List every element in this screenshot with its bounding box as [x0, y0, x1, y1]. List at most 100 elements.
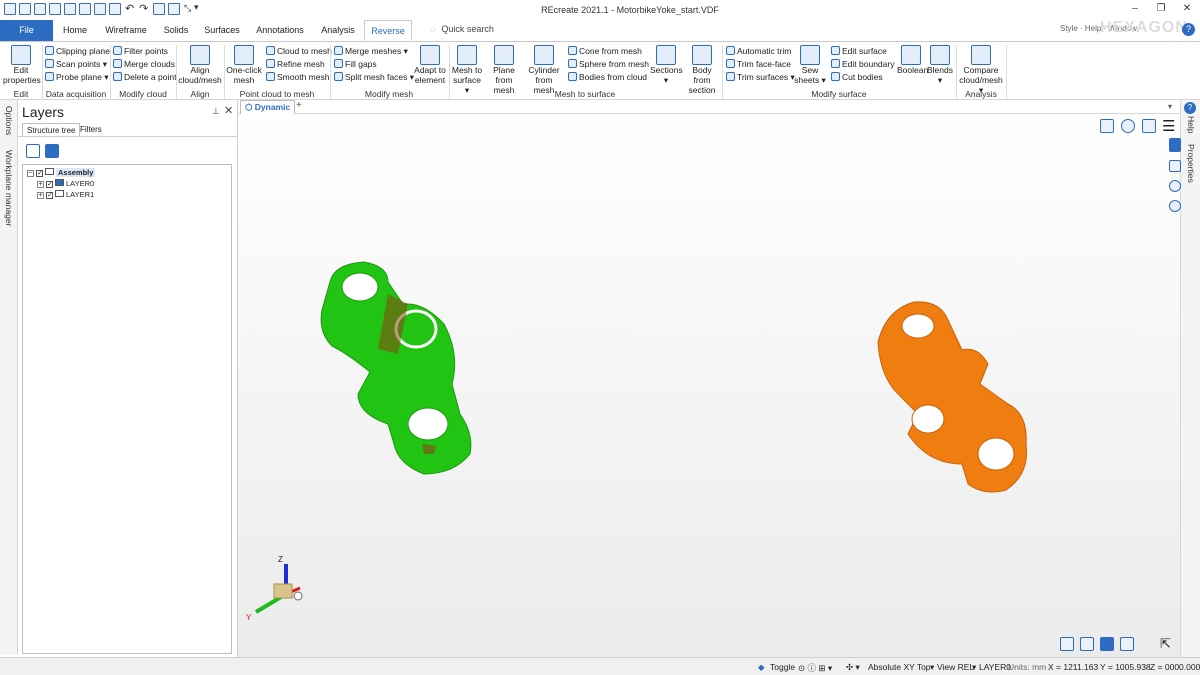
- one-click-mesh-button[interactable]: One-click mesh: [226, 45, 262, 85]
- sew-sheets-button[interactable]: Sew sheets ▾: [794, 45, 826, 85]
- compare-cloud-mesh-button[interactable]: Compare cloud/mesh ▾: [958, 45, 1004, 95]
- smooth-mesh-button[interactable]: Smooth mesh: [266, 71, 329, 83]
- tab-home[interactable]: Home: [57, 20, 93, 41]
- sections-button[interactable]: Sections ▾: [650, 45, 683, 85]
- mesh-to-surface-button[interactable]: Mesh to surface ▾: [451, 45, 483, 95]
- redo-icon[interactable]: ↷: [139, 2, 148, 15]
- tree-node-layer1[interactable]: + ✓ LAYER1: [37, 189, 94, 200]
- bodies-from-cloud-button[interactable]: Bodies from cloud: [568, 71, 647, 83]
- shaded-view-icon[interactable]: [1080, 637, 1094, 651]
- help-side-icon[interactable]: ?: [1184, 102, 1196, 114]
- cylinder-from-mesh-button[interactable]: Cylinder from mesh: [524, 45, 564, 95]
- automatic-trim-button[interactable]: Automatic trim: [726, 45, 791, 57]
- view-orientation-icon[interactable]: [1060, 637, 1074, 651]
- tab-file[interactable]: File: [0, 20, 53, 41]
- probe-plane-button[interactable]: Probe plane ▾: [45, 71, 108, 83]
- visibility-checkbox[interactable]: ✓: [46, 192, 53, 199]
- cut-bodies-button[interactable]: Cut bodies: [831, 71, 883, 83]
- database-icon[interactable]: [1169, 138, 1181, 152]
- delete-icon[interactable]: [168, 3, 180, 15]
- add-view-tab-button[interactable]: +: [296, 100, 302, 111]
- body-from-section-button[interactable]: Body from section: [683, 45, 721, 95]
- edit-boundary-button[interactable]: Edit boundary: [831, 58, 894, 70]
- layers-stack-icon[interactable]: [26, 144, 40, 158]
- open-file-icon[interactable]: [19, 3, 31, 15]
- cut-icon[interactable]: [79, 3, 91, 15]
- new-file-icon[interactable]: [4, 3, 16, 15]
- tab-solids[interactable]: Solids: [158, 20, 194, 41]
- layers-view-icon[interactable]: [1169, 160, 1181, 172]
- tab-structure-tree[interactable]: Structure tree: [22, 123, 81, 136]
- view-tabs-dropdown-icon[interactable]: ▾: [1168, 102, 1172, 111]
- delete-point-button[interactable]: Delete a point: [113, 71, 176, 83]
- layer-dropdown-icon[interactable]: ▾: [972, 662, 976, 673]
- tree-node-assembly[interactable]: − ✓ Assembly: [27, 167, 96, 178]
- properties-side-tab[interactable]: Properties: [1186, 144, 1196, 183]
- refine-mesh-button[interactable]: Refine mesh: [266, 58, 325, 70]
- fill-gaps-button[interactable]: Fill gaps: [334, 58, 377, 70]
- four-view-icon[interactable]: [1120, 637, 1134, 651]
- 3d-viewport[interactable]: ⬡ Dynamic + ▾ ☰ Z Y ⇱: [238, 100, 1180, 657]
- workplane-selector[interactable]: Absolute XY Top: [868, 662, 931, 672]
- select-cursor-icon[interactable]: ⇱: [1160, 636, 1171, 652]
- filter-points-button[interactable]: Filter points: [113, 45, 168, 57]
- paste-icon[interactable]: [109, 3, 121, 15]
- tab-dynamic[interactable]: ⬡ Dynamic: [240, 100, 296, 114]
- copy-icon[interactable]: [94, 3, 106, 15]
- save-as-icon[interactable]: [49, 3, 61, 15]
- clipping-plane-button[interactable]: Clipping plane: [45, 45, 110, 57]
- green-yoke-part[interactable]: [320, 261, 472, 475]
- hide-eye-icon[interactable]: [1169, 200, 1181, 212]
- merge-meshes-button[interactable]: Merge meshes ▾: [334, 45, 408, 57]
- expand-icon[interactable]: +: [37, 181, 44, 188]
- options-side-tab[interactable]: Options: [4, 106, 14, 135]
- cone-from-mesh-button[interactable]: Cone from mesh: [568, 45, 642, 57]
- tab-wireframe[interactable]: Wireframe: [100, 20, 152, 41]
- print-icon[interactable]: [64, 3, 76, 15]
- boolean-button[interactable]: Boolean: [897, 45, 928, 75]
- snap-tools-icon[interactable]: ⊙ ⓘ ⊞ ▾: [798, 662, 832, 674]
- orange-yoke-part[interactable]: [877, 301, 1028, 493]
- align-cloud-mesh-button[interactable]: Align cloud/mesh: [178, 45, 222, 85]
- tab-analysis[interactable]: Analysis: [316, 20, 360, 41]
- panel-close-icon[interactable]: ✕: [224, 104, 233, 117]
- toggle-button[interactable]: Toggle: [770, 662, 795, 672]
- properties-icon[interactable]: [153, 3, 165, 15]
- edit-properties-button[interactable]: Edit properties: [3, 45, 41, 85]
- visibility-eye-icon[interactable]: [1169, 180, 1181, 192]
- workplane-manager-side-tab[interactable]: Workplane manager: [4, 150, 14, 226]
- trim-surfaces-button[interactable]: Trim surfaces ▾: [726, 71, 795, 83]
- undo-icon[interactable]: ↶: [125, 2, 134, 15]
- edit-surface-button[interactable]: Edit surface: [831, 45, 887, 57]
- view-selector[interactable]: View REL: [937, 662, 974, 672]
- collapse-icon[interactable]: −: [27, 170, 34, 177]
- single-view-icon[interactable]: [1100, 637, 1114, 651]
- workplane-icon[interactable]: ✣ ▾: [846, 662, 860, 673]
- tab-surfaces[interactable]: Surfaces: [200, 20, 244, 41]
- save-icon[interactable]: [34, 3, 46, 15]
- measure-icon[interactable]: ⤡: [184, 3, 191, 14]
- save-layers-icon[interactable]: [45, 144, 59, 158]
- view-dropdown-icon[interactable]: ▾: [930, 662, 934, 673]
- trim-face-face-button[interactable]: Trim face-face: [726, 58, 791, 70]
- merge-clouds-button[interactable]: Merge clouds: [113, 58, 175, 70]
- minimize-button[interactable]: –: [1128, 2, 1142, 16]
- tab-annotations[interactable]: Annotations: [252, 20, 308, 41]
- visibility-checkbox[interactable]: ✓: [46, 181, 53, 188]
- plane-from-mesh-button[interactable]: Plane from mesh: [485, 45, 523, 95]
- help-side-tab[interactable]: Help: [1186, 116, 1196, 133]
- sphere-from-mesh-button[interactable]: Sphere from mesh: [568, 58, 649, 70]
- cloud-to-mesh-button[interactable]: Cloud to mesh: [266, 45, 332, 57]
- scan-points-button[interactable]: Scan points ▾: [45, 58, 107, 70]
- help-icon[interactable]: ?: [1182, 23, 1195, 36]
- visibility-checkbox[interactable]: ✓: [36, 170, 43, 177]
- quick-access-dropdown-icon[interactable]: ▾: [194, 2, 199, 13]
- pin-icon[interactable]: ⊥: [212, 106, 220, 117]
- close-button[interactable]: ✕: [1180, 2, 1194, 16]
- quick-search[interactable]: ◌ Quick search: [430, 24, 494, 34]
- active-layer[interactable]: LAYER0: [979, 662, 1011, 672]
- tree-node-layer0[interactable]: + ✓ LAYER0: [37, 178, 94, 189]
- tab-reverse[interactable]: Reverse: [364, 20, 412, 41]
- tab-filters[interactable]: Filters: [76, 123, 106, 136]
- split-mesh-faces-button[interactable]: Split mesh faces ▾: [334, 71, 414, 83]
